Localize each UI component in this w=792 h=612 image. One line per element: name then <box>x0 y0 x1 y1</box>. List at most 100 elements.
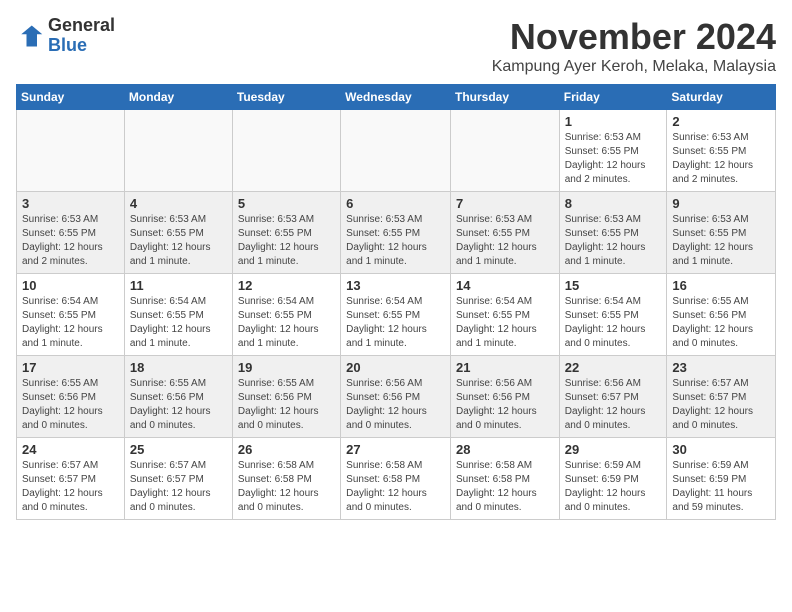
day-info: Sunrise: 6:57 AM Sunset: 6:57 PM Dayligh… <box>130 459 227 515</box>
calendar-cell: 16Sunrise: 6:55 AM Sunset: 6:56 PM Dayli… <box>667 274 776 356</box>
day-info: Sunrise: 6:53 AM Sunset: 6:55 PM Dayligh… <box>346 213 445 269</box>
day-number: 11 <box>130 278 227 293</box>
day-number: 28 <box>456 442 554 457</box>
calendar-cell: 30 Sunrise: 6:59 AM Sunset: 6:59 PM Dayli… <box>667 438 776 520</box>
calendar-cell: 17Sunrise: 6:55 AM Sunset: 6:56 PM Dayli… <box>17 356 125 438</box>
calendar-cell: 20Sunrise: 6:56 AM Sunset: 6:56 PM Dayli… <box>341 356 451 438</box>
day-number: 1 <box>565 114 662 129</box>
day-info: Sunrise: 6:54 AM Sunset: 6:55 PM Dayligh… <box>456 295 554 351</box>
calendar-cell <box>124 110 232 192</box>
calendar-cell: 27 Sunrise: 6:58 AM Sunset: 6:58 PM Dayli… <box>341 438 451 520</box>
day-info: Sunrise: 6:53 AM Sunset: 6:55 PM Dayligh… <box>238 213 335 269</box>
day-number: 21 <box>456 360 554 375</box>
header-thursday: Thursday <box>450 85 559 110</box>
day-number: 22 <box>565 360 662 375</box>
header-saturday: Saturday <box>667 85 776 110</box>
day-info: Sunrise: 6:53 AM Sunset: 6:55 PM Dayligh… <box>565 213 662 269</box>
calendar-cell: 28Sunrise: 6:58 AM Sunset: 6:58 PM Dayli… <box>450 438 559 520</box>
header-friday: Friday <box>559 85 667 110</box>
header-monday: Monday <box>124 85 232 110</box>
month-title: November 2024 <box>492 16 776 58</box>
day-info: Sunrise: 6:54 AM Sunset: 6:55 PM Dayligh… <box>22 295 119 351</box>
day-info: Sunrise: 6:53 AM Sunset: 6:55 PM Dayligh… <box>130 213 227 269</box>
calendar-cell: 10 Sunrise: 6:54 AM Sunset: 6:55 PM Dayli… <box>17 274 125 356</box>
day-info: Sunrise: 6:58 AM Sunset: 6:58 PM Dayligh… <box>346 459 445 515</box>
calendar-cell: 8 Sunrise: 6:53 AM Sunset: 6:55 PM Daylig… <box>559 192 667 274</box>
day-number: 12 <box>238 278 335 293</box>
calendar-week-row: 3 Sunrise: 6:53 AM Sunset: 6:55 PM Daylig… <box>17 192 776 274</box>
day-number: 25 <box>130 442 227 457</box>
day-info: Sunrise: 6:57 AM Sunset: 6:57 PM Dayligh… <box>672 377 770 433</box>
logo-blue-text: Blue <box>48 35 87 55</box>
header-sunday: Sunday <box>17 85 125 110</box>
calendar-cell: 14 Sunrise: 6:54 AM Sunset: 6:55 PM Dayli… <box>450 274 559 356</box>
day-number: 4 <box>130 196 227 211</box>
calendar-cell: 19 Sunrise: 6:55 AM Sunset: 6:56 PM Dayli… <box>232 356 340 438</box>
day-info: Sunrise: 6:53 AM Sunset: 6:55 PM Dayligh… <box>672 131 770 187</box>
day-number: 14 <box>456 278 554 293</box>
day-info: Sunrise: 6:56 AM Sunset: 6:57 PM Dayligh… <box>565 377 662 433</box>
calendar-cell: 25 Sunrise: 6:57 AM Sunset: 6:57 PM Dayli… <box>124 438 232 520</box>
calendar-cell: 24 Sunrise: 6:57 AM Sunset: 6:57 PM Dayli… <box>17 438 125 520</box>
day-number: 5 <box>238 196 335 211</box>
calendar-week-row: 17Sunrise: 6:55 AM Sunset: 6:56 PM Dayli… <box>17 356 776 438</box>
day-info: Sunrise: 6:59 AM Sunset: 6:59 PM Dayligh… <box>672 459 770 515</box>
day-number: 7 <box>456 196 554 211</box>
calendar-cell: 6 Sunrise: 6:53 AM Sunset: 6:55 PM Daylig… <box>341 192 451 274</box>
day-number: 24 <box>22 442 119 457</box>
calendar-cell: 29 Sunrise: 6:59 AM Sunset: 6:59 PM Dayli… <box>559 438 667 520</box>
calendar-cell: 12 Sunrise: 6:54 AM Sunset: 6:55 PM Dayli… <box>232 274 340 356</box>
day-number: 6 <box>346 196 445 211</box>
day-number: 16 <box>672 278 770 293</box>
day-number: 29 <box>565 442 662 457</box>
day-info: Sunrise: 6:53 AM Sunset: 6:55 PM Dayligh… <box>565 131 662 187</box>
calendar-cell: 23Sunrise: 6:57 AM Sunset: 6:57 PM Dayli… <box>667 356 776 438</box>
calendar-cell: 22 Sunrise: 6:56 AM Sunset: 6:57 PM Dayli… <box>559 356 667 438</box>
calendar-cell: 3Sunrise: 6:53 AM Sunset: 6:55 PM Daylig… <box>17 192 125 274</box>
calendar-cell: 7 Sunrise: 6:53 AM Sunset: 6:55 PM Daylig… <box>450 192 559 274</box>
day-info: Sunrise: 6:53 AM Sunset: 6:55 PM Dayligh… <box>456 213 554 269</box>
calendar-cell <box>450 110 559 192</box>
title-block: November 2024 Kampung Ayer Keroh, Melaka… <box>492 16 776 76</box>
calendar-cell: 2 Sunrise: 6:53 AM Sunset: 6:55 PM Daylig… <box>667 110 776 192</box>
day-number: 13 <box>346 278 445 293</box>
calendar-cell <box>232 110 340 192</box>
day-info: Sunrise: 6:55 AM Sunset: 6:56 PM Dayligh… <box>238 377 335 433</box>
day-info: Sunrise: 6:54 AM Sunset: 6:55 PM Dayligh… <box>565 295 662 351</box>
calendar-cell: 21 Sunrise: 6:56 AM Sunset: 6:56 PM Dayli… <box>450 356 559 438</box>
calendar-cell: 15 Sunrise: 6:54 AM Sunset: 6:55 PM Dayli… <box>559 274 667 356</box>
day-info: Sunrise: 6:54 AM Sunset: 6:55 PM Dayligh… <box>346 295 445 351</box>
day-info: Sunrise: 6:54 AM Sunset: 6:55 PM Dayligh… <box>130 295 227 351</box>
header-tuesday: Tuesday <box>232 85 340 110</box>
day-number: 8 <box>565 196 662 211</box>
page-header: General Blue November 2024 Kampung Ayer … <box>16 16 776 76</box>
day-number: 30 <box>672 442 770 457</box>
calendar-cell: 13 Sunrise: 6:54 AM Sunset: 6:55 PM Dayli… <box>341 274 451 356</box>
day-number: 3 <box>22 196 119 211</box>
day-number: 2 <box>672 114 770 129</box>
day-info: Sunrise: 6:58 AM Sunset: 6:58 PM Dayligh… <box>238 459 335 515</box>
calendar-cell <box>341 110 451 192</box>
day-info: Sunrise: 6:57 AM Sunset: 6:57 PM Dayligh… <box>22 459 119 515</box>
day-info: Sunrise: 6:54 AM Sunset: 6:55 PM Dayligh… <box>238 295 335 351</box>
calendar-cell: 26 Sunrise: 6:58 AM Sunset: 6:58 PM Dayli… <box>232 438 340 520</box>
calendar-cell: 5 Sunrise: 6:53 AM Sunset: 6:55 PM Daylig… <box>232 192 340 274</box>
day-number: 19 <box>238 360 335 375</box>
day-info: Sunrise: 6:59 AM Sunset: 6:59 PM Dayligh… <box>565 459 662 515</box>
day-info: Sunrise: 6:53 AM Sunset: 6:55 PM Dayligh… <box>672 213 770 269</box>
calendar-cell: 18Sunrise: 6:55 AM Sunset: 6:56 PM Dayli… <box>124 356 232 438</box>
day-info: Sunrise: 6:55 AM Sunset: 6:56 PM Dayligh… <box>130 377 227 433</box>
day-info: Sunrise: 6:56 AM Sunset: 6:56 PM Dayligh… <box>456 377 554 433</box>
header-wednesday: Wednesday <box>341 85 451 110</box>
day-number: 9 <box>672 196 770 211</box>
calendar-week-row: 10 Sunrise: 6:54 AM Sunset: 6:55 PM Dayli… <box>17 274 776 356</box>
calendar-cell: 9 Sunrise: 6:53 AM Sunset: 6:55 PM Daylig… <box>667 192 776 274</box>
calendar-cell <box>17 110 125 192</box>
day-number: 26 <box>238 442 335 457</box>
calendar-cell: 1 Sunrise: 6:53 AM Sunset: 6:55 PM Daylig… <box>559 110 667 192</box>
day-number: 15 <box>565 278 662 293</box>
day-number: 10 <box>22 278 119 293</box>
day-info: Sunrise: 6:56 AM Sunset: 6:56 PM Dayligh… <box>346 377 445 433</box>
logo: General Blue <box>16 16 115 56</box>
day-number: 27 <box>346 442 445 457</box>
